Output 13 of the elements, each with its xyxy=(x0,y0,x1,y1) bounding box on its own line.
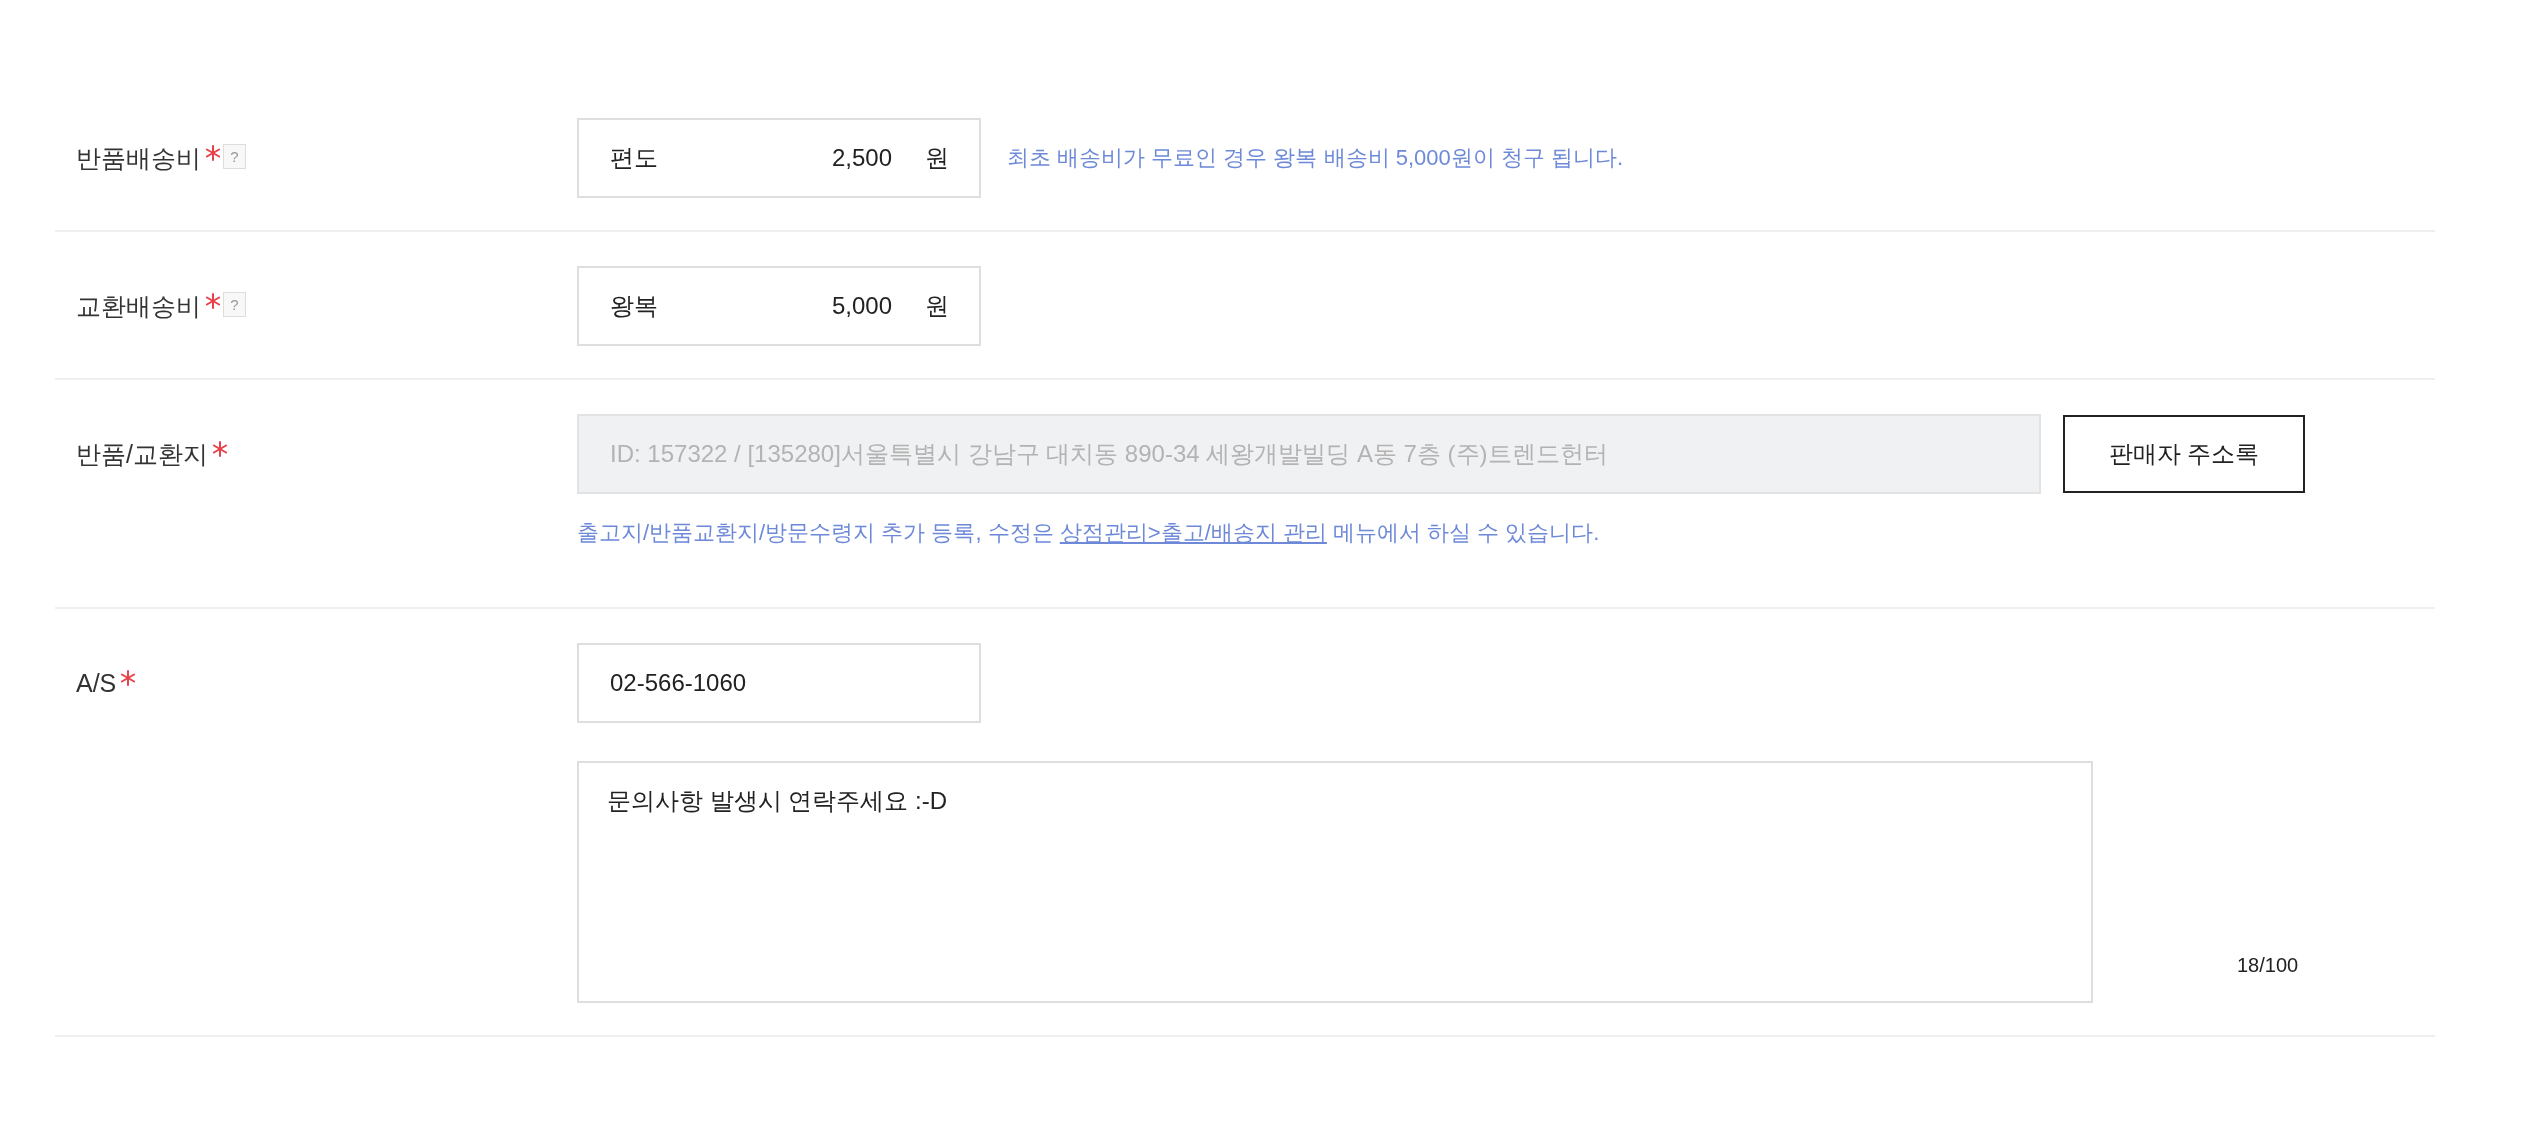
shipping-fee-notice: 최초 배송비가 무료인 경우 왕복 배송비 5,000원이 청구 됩니다. xyxy=(1007,144,1624,172)
phone-input-field[interactable]: 02-566-1060 xyxy=(577,643,981,723)
shipping-fee-field[interactable]: 편도 2,500 원 xyxy=(577,118,981,198)
address-book-button[interactable]: 판매자 주소록 xyxy=(2063,415,2305,493)
message-textarea[interactable]: 문의사항 발생시 연락주세요 :-D xyxy=(577,761,2093,1003)
address-field: ID: 157322 / [135280]서울특별시 강남구 대치동 890-34 세왕개발빌딩 A동 7층 (주)트렌드헌터 xyxy=(577,414,2041,494)
field-label: 교환배송비 xyxy=(76,290,201,322)
shipping-fee-field[interactable]: 왕복 5,000 원 xyxy=(577,266,981,346)
field-label: A/S xyxy=(76,668,117,698)
field-label: 반품/교환지 xyxy=(76,438,208,470)
character-counter: 18/100 xyxy=(2237,954,2299,977)
address-management-notice: 출고지/반품교환지/방문수령지 추가 등록, 수정은 상점관리>출고/배송지 관리 메뉴에서 하실 수 있습니다. xyxy=(577,519,1600,547)
field-label: 반품배송비 xyxy=(76,142,201,174)
